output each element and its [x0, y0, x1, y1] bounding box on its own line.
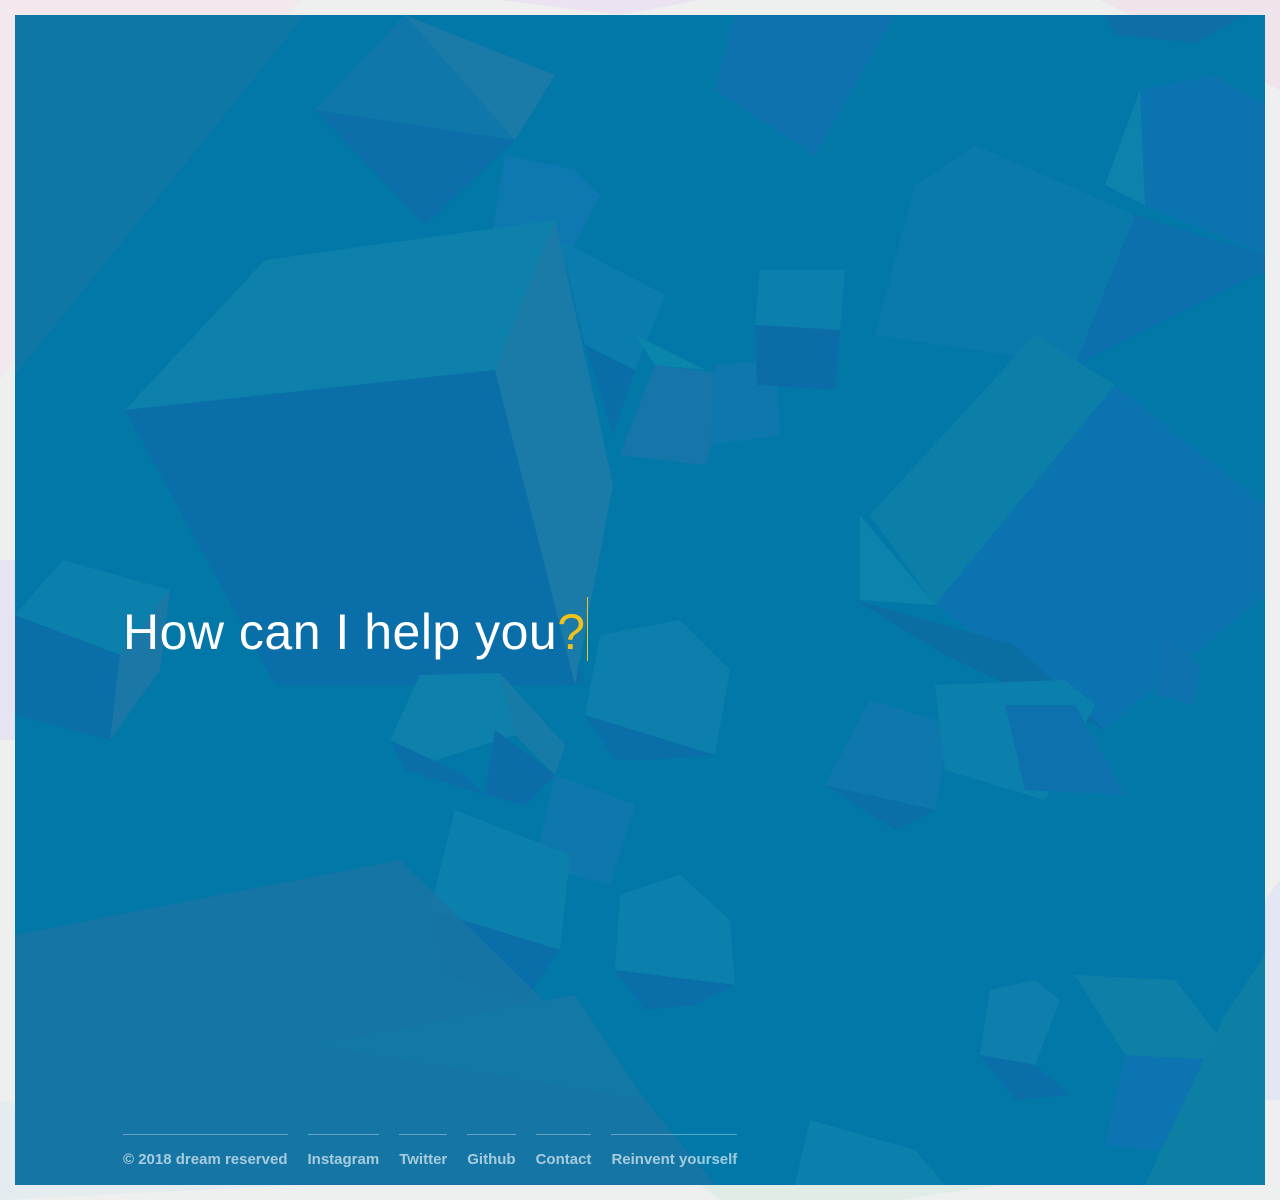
footer-link-contact[interactable]: Contact: [535, 1134, 592, 1168]
footer-link-reinvent-yourself[interactable]: Reinvent yourself: [611, 1134, 738, 1168]
text-cursor: [586, 597, 588, 661]
hero-headline: How can I help you?: [123, 597, 588, 662]
headline-question-mark: ?: [557, 604, 586, 660]
footer-nav: © 2018 dream reserved Instagram Twitter …: [123, 1134, 738, 1168]
footer-link-github[interactable]: Github: [467, 1134, 516, 1168]
footer-link-twitter[interactable]: Twitter: [399, 1134, 448, 1168]
footer-link-instagram[interactable]: Instagram: [307, 1134, 380, 1168]
headline-text: How can I help you: [123, 604, 558, 660]
hero-panel: How can I help you? © 2018 dream reserve…: [15, 15, 1265, 1185]
footer-copyright: © 2018 dream reserved: [123, 1134, 288, 1168]
